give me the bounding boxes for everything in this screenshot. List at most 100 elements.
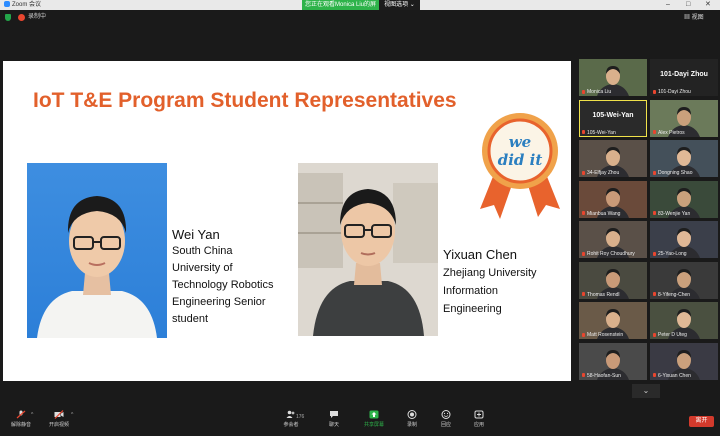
mic-muted-icon <box>582 373 585 378</box>
video-off-icon <box>54 410 64 419</box>
apps-button[interactable]: 应用 <box>467 410 491 428</box>
participant-tile[interactable]: Peter D Uteg <box>650 302 718 339</box>
participant-tile[interactable]: 8-Yifeng-Chen <box>650 261 718 299</box>
record-label: 录制 <box>406 422 417 428</box>
participant-label: 105-Wei-Yan <box>582 130 616 136</box>
audio-options-chevron-icon[interactable]: ^ <box>31 412 33 418</box>
participant-label: 83-Wenjie Yan <box>653 211 690 217</box>
mic-muted-icon <box>582 332 585 337</box>
recording-icon[interactable] <box>18 14 25 21</box>
participant-tile[interactable]: Rohit Roy Choudhury <box>579 221 647 258</box>
participant-name: 101-Dayi Zhou <box>658 89 691 95</box>
mic-muted-icon <box>653 130 656 135</box>
mic-muted-icon <box>653 332 656 337</box>
grid-icon: ▦ <box>684 15 692 21</box>
reactions-button[interactable]: 回应 <box>434 410 458 428</box>
participant-name: 58-Haofan-Sun <box>587 372 621 379</box>
chat-label: 聊天 <box>328 422 339 428</box>
mic-muted-icon <box>582 170 585 175</box>
recording-label: 录制中 <box>28 14 47 20</box>
student1-line: student <box>172 313 209 325</box>
view-options-button[interactable]: 视图选项 ⌄ <box>379 0 420 10</box>
student-photo-yixuan-chen <box>298 163 438 336</box>
participant-tile[interactable]: 58-Haofan-Sun <box>579 342 647 380</box>
student2-line: Zhejiang University <box>443 267 537 279</box>
participant-label: 25-Yao-Long <box>653 251 687 257</box>
participant-tile[interactable]: Matt Rosenstein <box>579 302 647 339</box>
viewing-status: 您正在观看Monica Liu的屏幕 <box>302 0 379 18</box>
apps-icon <box>474 410 484 419</box>
view-label: 视图 <box>691 15 704 21</box>
participant-name: 34-Elfjay Zhou <box>587 170 620 176</box>
reactions-label: 回应 <box>440 422 451 428</box>
apps-label: 应用 <box>473 422 484 428</box>
chat-button[interactable]: 聊天 <box>322 410 346 428</box>
participant-name: 8-Yifeng-Chen <box>658 291 691 298</box>
participant-tile[interactable]: 34-Elfjay Zhou <box>579 140 647 177</box>
start-video-label: 开启视频 <box>48 422 69 428</box>
share-banner: 您正在观看Monica Liu的屏幕 视图选项 ⌄ <box>302 0 420 18</box>
participant-tile[interactable]: 6-Yixuan Chen <box>650 342 718 380</box>
security-shield-icon[interactable] <box>5 14 11 21</box>
participant-name: 6-Yixuan Chen <box>658 372 691 379</box>
participants-icon <box>286 410 295 418</box>
participant-name: Dongning Shao <box>658 170 693 176</box>
slide-title: IoT T&E Program Student Representatives <box>33 89 457 112</box>
mic-muted-icon <box>582 251 585 256</box>
student1-line: South China <box>172 245 233 257</box>
student2-line: Information <box>443 285 499 297</box>
participant-tile[interactable]: Thomas Rendl <box>579 261 647 299</box>
mic-muted-icon <box>582 89 585 94</box>
participant-tile[interactable]: 25-Yao-Long <box>650 221 718 258</box>
participant-label: Monica Liu <box>582 89 611 95</box>
participant-label: 6-Yixuan Chen <box>653 373 691 379</box>
participants-label: 参会者 <box>283 422 299 428</box>
start-video-button[interactable]: 开启视频 <box>44 410 74 428</box>
participant-name: Matt Rosenstein <box>587 332 624 338</box>
record-button[interactable]: 录制 <box>400 410 424 428</box>
leave-button[interactable]: 离开 <box>689 416 714 427</box>
participant-label: 34-Elfjay Zhou <box>582 170 619 176</box>
participant-tile[interactable]: 105-Wei-Yan 105-Wei-Yan <box>579 99 647 137</box>
unmute-label: 解除静音 <box>10 422 31 428</box>
student2-line: Engineering <box>443 303 502 315</box>
maximize-button[interactable]: □ <box>686 0 690 10</box>
participant-tile[interactable]: Mianbua Wang <box>579 180 647 218</box>
reaction-smiley-icon <box>441 410 451 419</box>
student2-caption: Yixuan Chen Zhejiang University Informat… <box>443 246 571 318</box>
view-button[interactable]: ▦ 视图 <box>684 12 704 21</box>
participant-label: Peter D Uteg <box>653 332 687 338</box>
close-button[interactable]: ✕ <box>705 0 711 10</box>
participant-name: 25-Yao-Long <box>658 251 687 257</box>
participant-tile[interactable]: Dongning Shao <box>650 140 718 177</box>
student1-line: Engineering Senior <box>172 296 266 308</box>
zoom-logo-icon <box>4 1 10 8</box>
participants-count: 176 <box>296 414 305 420</box>
badge-text: we <box>509 133 531 151</box>
minimize-button[interactable]: – <box>666 0 670 10</box>
participant-tile[interactable]: Alex Pietros <box>650 99 718 137</box>
mic-muted-icon <box>653 89 656 94</box>
participant-label: Thomas Rendl <box>582 292 620 298</box>
mic-muted-icon <box>653 170 656 175</box>
mic-muted-icon <box>653 211 656 216</box>
participant-name-display: 105-Wei-Yan <box>592 111 634 119</box>
student-photo-wei-yan <box>27 163 167 338</box>
video-options-chevron-icon[interactable]: ^ <box>71 412 73 418</box>
share-screen-button[interactable]: 共享屏幕 <box>360 410 388 428</box>
participant-tile[interactable]: 101-Dayi Zhou 101-Dayi Zhou <box>650 59 718 96</box>
mic-muted-icon <box>582 211 585 216</box>
participant-label: 101-Dayi Zhou <box>653 89 691 95</box>
participant-name: 105-Wei-Yan <box>587 129 616 136</box>
participant-tile[interactable]: Monica Liu <box>579 59 647 96</box>
student1-name: Wei Yan <box>172 227 220 242</box>
mic-muted-icon <box>653 292 656 297</box>
student1-caption: Wei Yan South China University of Techno… <box>172 226 302 328</box>
participant-name: Alex Pietros <box>658 129 685 136</box>
student2-name: Yixuan Chen <box>443 247 517 262</box>
chevron-down-icon[interactable]: ⌄ <box>632 384 660 398</box>
participant-name: 83-Wenjie Yan <box>658 210 691 217</box>
participant-name: Rohit Roy Choudhury <box>587 251 635 257</box>
participant-tile[interactable]: 83-Wenjie Yan <box>650 180 718 218</box>
meeting-topbar <box>0 10 720 24</box>
